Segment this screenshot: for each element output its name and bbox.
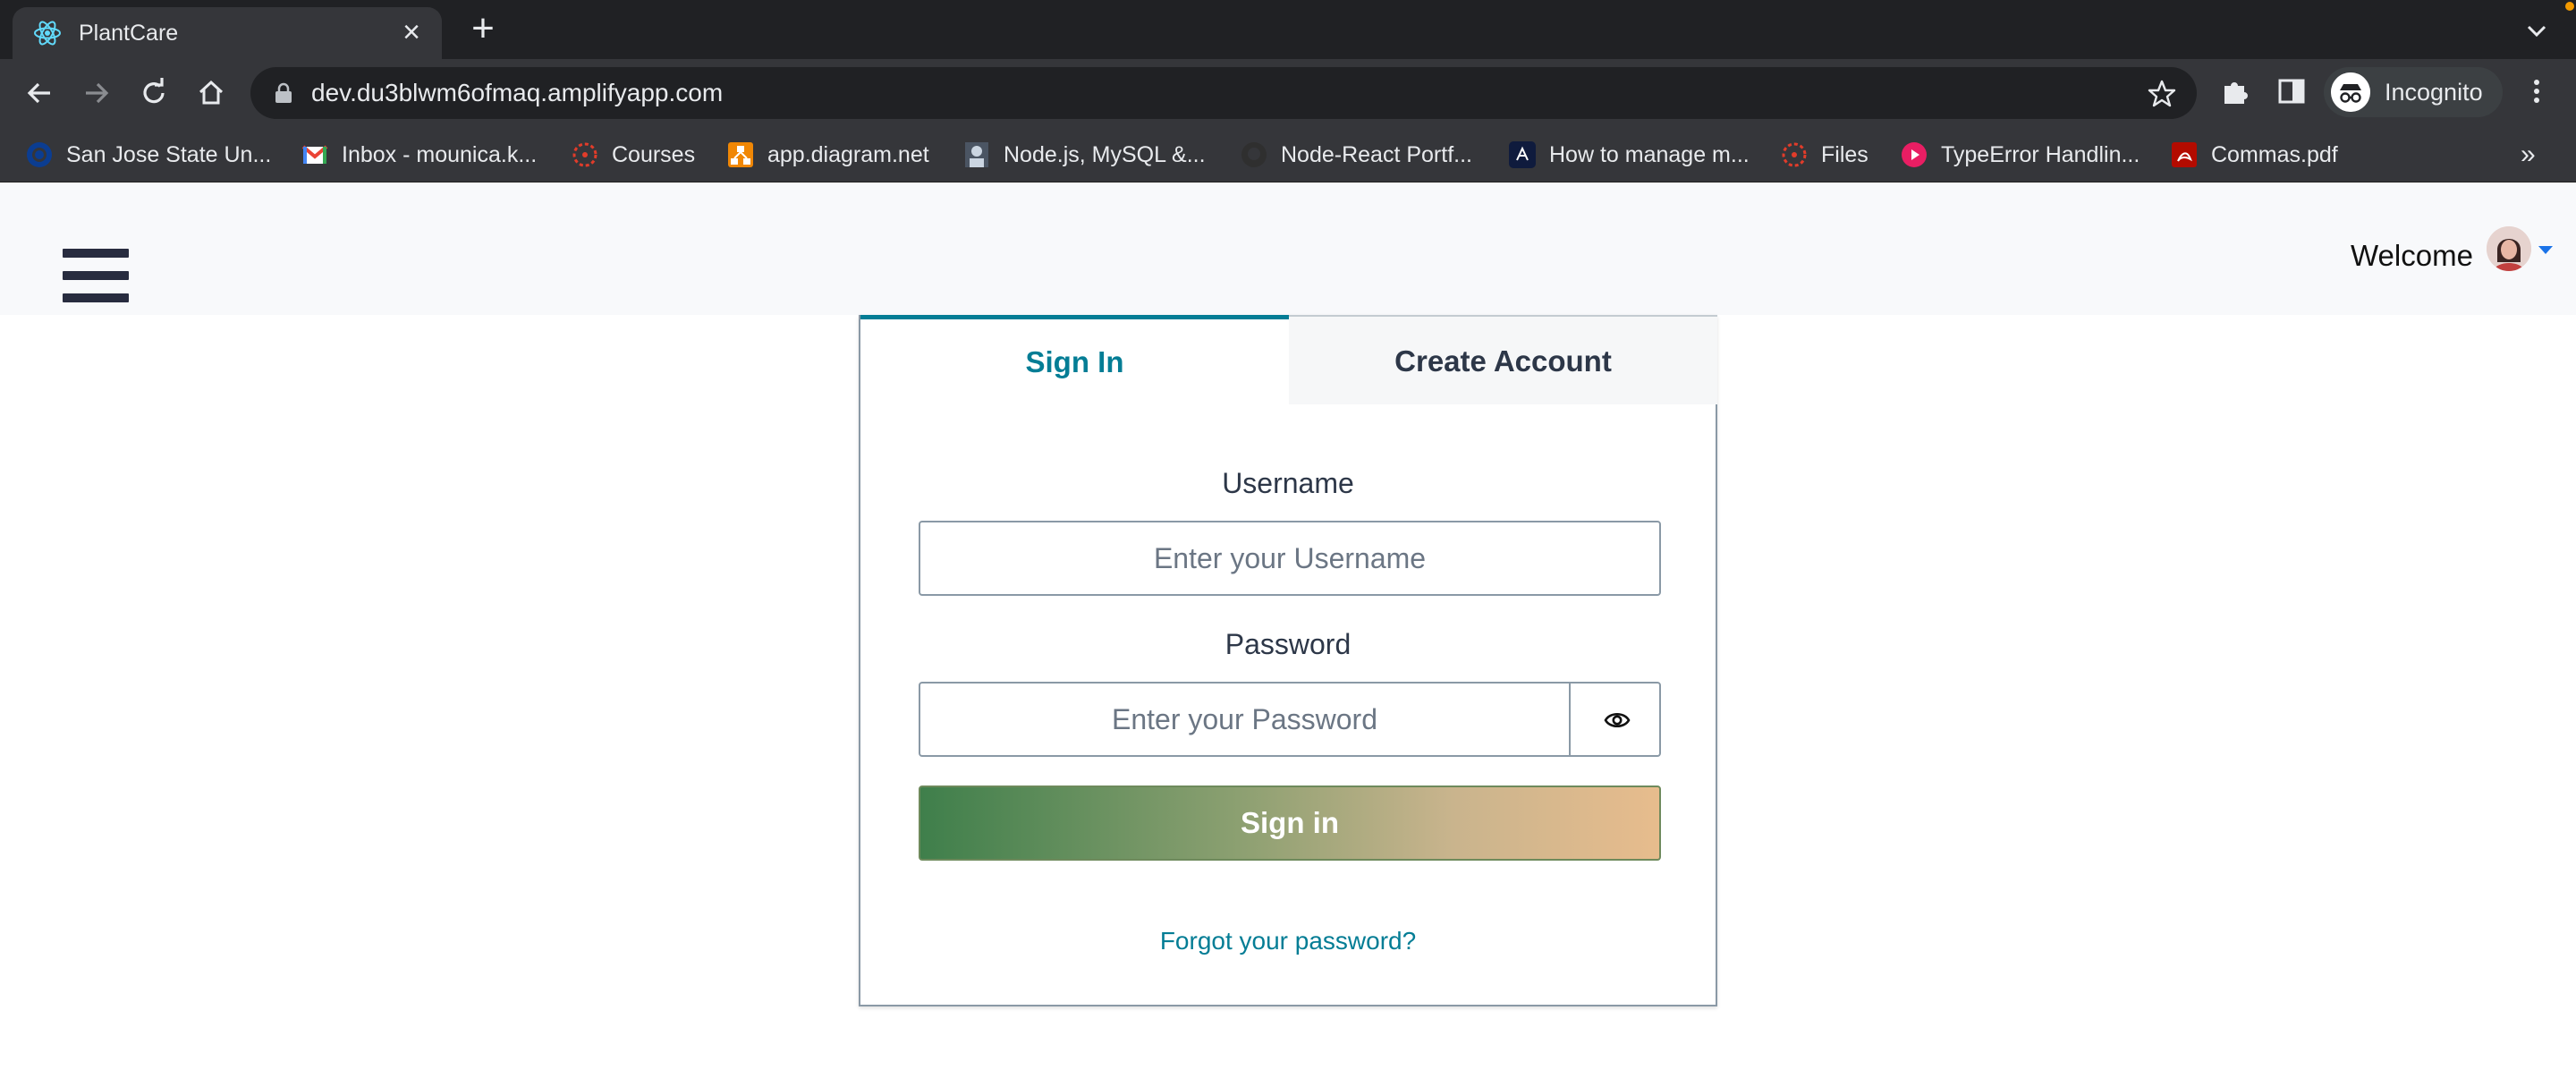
browser-tabstrip: PlantCare × + (0, 0, 2576, 59)
tab-create-account[interactable]: Create Account (1289, 315, 1717, 404)
reload-icon[interactable] (136, 75, 172, 111)
bookmarks-bar: San Jose State Un... Inbox - mounica.k..… (0, 127, 2576, 183)
bookmark-label: app.diagram.net (767, 142, 929, 167)
pdf-icon (2172, 142, 2197, 167)
play-circle-icon (1902, 142, 1927, 167)
welcome-text: Welcome (2351, 239, 2473, 272)
tab-close-icon[interactable]: × (397, 17, 426, 47)
react-icon (34, 21, 61, 46)
show-password-button[interactable] (1569, 682, 1661, 757)
tab-title: PlantCare (79, 21, 179, 46)
new-tab-icon[interactable]: + (465, 9, 501, 48)
more-vertical-icon[interactable] (2521, 75, 2553, 107)
eye-icon (1604, 712, 1631, 728)
back-arrow-icon[interactable] (21, 75, 57, 111)
side-panel-icon[interactable] (2276, 76, 2307, 106)
canvas-icon (1782, 142, 1807, 167)
forgot-password-link[interactable]: Forgot your password? (860, 927, 1716, 955)
browser-tab-plantcare[interactable]: PlantCare × (13, 7, 442, 59)
avatar-dropdown-caret-icon[interactable] (2538, 246, 2553, 254)
incognito-profile-button[interactable]: Incognito (2324, 67, 2503, 117)
home-icon[interactable] (193, 75, 229, 111)
bookmarks-overflow-icon[interactable]: » (2521, 136, 2536, 174)
bookmark-label: San Jose State Un... (66, 142, 272, 167)
github-icon (1241, 142, 1267, 167)
bookmark-label: Node-React Portf... (1281, 142, 1472, 167)
url-text[interactable]: dev.du3blwm6ofmaq.amplifyapp.com (311, 67, 723, 119)
user-avatar[interactable] (2487, 226, 2531, 271)
hamburger-menu-icon[interactable] (63, 249, 131, 306)
bookmark-label: Node.js, MySQL &... (1004, 142, 1206, 167)
bookmark-label: TypeError Handlin... (1941, 142, 2140, 167)
user-avatar-icon (2487, 226, 2531, 271)
app-header: Welcome (0, 183, 2576, 315)
avatar-thumb-icon (965, 142, 988, 167)
lock-icon[interactable] (274, 82, 293, 104)
amplify-icon (1509, 141, 1536, 168)
drawio-icon (728, 142, 753, 167)
incognito-label: Incognito (2385, 79, 2483, 106)
sign-in-button[interactable]: Sign in (919, 786, 1661, 861)
authenticator-card: Sign In Create Account Username Password… (859, 315, 1717, 1006)
bookmark-label: Commas.pdf (2211, 142, 2338, 167)
password-label: Password (1224, 628, 1352, 660)
bookmark-label: How to manage m... (1549, 142, 1750, 167)
notification-dot (2565, 2, 2574, 11)
username-label: Username (1222, 467, 1354, 499)
tab-search-chevron-icon[interactable] (2521, 14, 2553, 47)
address-bar[interactable]: dev.du3blwm6ofmaq.amplifyapp.com (250, 67, 2197, 119)
forward-arrow-icon[interactable] (79, 75, 114, 111)
extensions-puzzle-icon[interactable] (2219, 75, 2251, 107)
browser-toolbar: dev.du3blwm6ofmaq.amplifyapp.com (0, 59, 2576, 127)
bookmark-label: Courses (612, 142, 696, 167)
bookmark-label: Files (1821, 142, 1868, 167)
password-input[interactable] (919, 682, 1571, 757)
bookmark-star-icon[interactable] (2147, 79, 2177, 109)
username-input[interactable] (919, 521, 1661, 596)
tab-sign-in[interactable]: Sign In (860, 315, 1289, 404)
canvas-icon (572, 142, 597, 167)
sjsu-icon (27, 142, 52, 167)
incognito-icon (2331, 72, 2370, 112)
gmail-icon (301, 145, 328, 164)
bookmark-label: Inbox - mounica.k... (342, 142, 538, 167)
